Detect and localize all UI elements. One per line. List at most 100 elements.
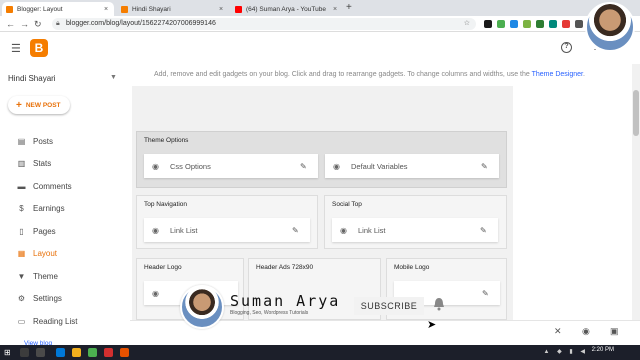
gadget-label: Link List [358, 225, 386, 235]
extensions-puzzle-icon[interactable] [575, 20, 583, 28]
new-tab-button[interactable]: + [346, 2, 352, 13]
sidebar-item-stats[interactable]: ▥ Stats [0, 154, 130, 172]
extension-icon[interactable] [562, 20, 570, 28]
search-icon[interactable] [20, 348, 29, 357]
preview-eye-icon[interactable]: ◉ [582, 326, 590, 337]
sidebar-item-label: Settings [33, 293, 62, 303]
eye-icon[interactable]: ◉ [152, 289, 162, 298]
subscribe-button[interactable]: SUBSCRIBE [354, 297, 424, 315]
reading-list-icon: ▭ [17, 316, 26, 326]
extension-icon[interactable] [549, 20, 557, 28]
youtube-favicon-icon [235, 5, 242, 13]
sidebar-item-label: Reading List [33, 316, 78, 326]
youtube-subscribe-overlay: Suman Arya Blogging, Seo, Wordpress Tuto… [180, 285, 460, 329]
section-title: Mobile Logo [394, 264, 430, 271]
layout-icon: ▦ [17, 248, 26, 258]
extension-icon[interactable] [484, 20, 492, 28]
blogger-favicon-icon [6, 5, 13, 13]
sidebar-item-label: Theme [33, 271, 58, 281]
chrome-icon[interactable] [88, 348, 97, 357]
back-icon[interactable]: ← [6, 19, 15, 29]
scrollbar-thumb[interactable] [633, 90, 639, 136]
new-post-button[interactable]: + NEW POST [8, 96, 70, 114]
close-icon[interactable]: ✕ [554, 326, 562, 337]
hamburger-menu-icon[interactable]: ☰ [11, 42, 21, 55]
section-social-top: Social Top ◉ Link List ✎ [324, 195, 507, 249]
sidebar-item-layout[interactable]: ▦ Layout [0, 244, 130, 262]
tab-blogger-layout[interactable]: Blogger: Layout × [2, 2, 114, 16]
url-bar[interactable]: 🔒︎ blogger.com/blog/layout/1562274207006… [52, 18, 476, 30]
sidebar-item-label: Layout [33, 248, 58, 258]
gadget-label: Default Variables [351, 161, 408, 171]
gadget-default-variables[interactable]: ◉ Default Variables ✎ [325, 154, 499, 178]
windows-start-icon[interactable]: ⊞ [4, 348, 11, 357]
pencil-icon[interactable]: ✎ [292, 226, 302, 235]
app-icon[interactable] [104, 348, 113, 357]
close-tab-icon[interactable]: × [102, 6, 110, 13]
sidebar: Hindi Shayari ▼ + NEW POST ▤ Posts ▥ Sta… [0, 64, 130, 360]
tab-youtube[interactable]: (64) Suman Arya - YouTube × [231, 2, 343, 16]
extension-icon[interactable] [497, 20, 505, 28]
pencil-icon[interactable]: ✎ [481, 162, 491, 171]
eye-icon[interactable]: ◉ [152, 162, 162, 171]
bell-icon[interactable] [433, 297, 445, 311]
gadget-link-list[interactable]: ◉ Link List ✎ [332, 218, 498, 242]
extension-icon[interactable] [536, 20, 544, 28]
reload-icon[interactable]: ↻ [34, 19, 42, 30]
taskbar-clock[interactable]: 2:20 PM [592, 347, 614, 353]
sidebar-item-posts[interactable]: ▤ Posts [0, 132, 130, 150]
tab-title: Hindi Shayari [132, 5, 171, 13]
help-icon[interactable]: ? [561, 42, 572, 53]
theme-designer-link[interactable]: Theme Designer [532, 71, 583, 78]
sidebar-item-comments[interactable]: ▬ Comments [0, 177, 130, 195]
layout-main: Add, remove and edit gadgets on your blo… [130, 64, 640, 320]
close-tab-icon[interactable]: × [217, 6, 225, 13]
blogger-logo-icon[interactable]: B [30, 39, 48, 57]
task-view-icon[interactable] [36, 348, 45, 357]
mouse-cursor-icon: ➤ [427, 319, 437, 331]
sidebar-item-label: Stats [33, 158, 52, 168]
posts-icon: ▤ [17, 136, 26, 146]
chevron-down-icon[interactable]: ▼ [110, 74, 117, 81]
sidebar-item-earnings[interactable]: $ Earnings [0, 199, 130, 217]
sidebar-item-theme[interactable]: ▼ Theme [0, 267, 130, 285]
gadget-link-list[interactable]: ◉ Link List ✎ [144, 218, 310, 242]
pencil-icon[interactable]: ✎ [482, 289, 492, 298]
pages-icon: ▯ [19, 226, 24, 236]
comments-icon: ▬ [17, 181, 26, 191]
close-tab-icon[interactable]: × [331, 6, 339, 13]
edge-icon[interactable] [56, 348, 65, 357]
section-title: Top Navigation [144, 201, 187, 208]
app-icon[interactable] [120, 348, 129, 357]
channel-name: Suman Arya [230, 292, 341, 310]
extension-icon[interactable] [510, 20, 518, 28]
section-title: Header Logo [144, 264, 182, 271]
browser-tab-bar: Blogger: Layout × Hindi Shayari × (64) S… [0, 0, 640, 16]
url-text: blogger.com/blog/layout/1562274207006999… [66, 20, 216, 27]
section-title: Header Ads 728x90 [256, 264, 314, 271]
pencil-icon[interactable]: ✎ [480, 226, 490, 235]
presenter-webcam-avatar [585, 2, 635, 52]
sidebar-item-settings[interactable]: ⚙ Settings [0, 289, 130, 307]
address-bar-row: ← → ↻ 🔒︎ blogger.com/blog/layout/1562274… [0, 16, 640, 32]
pencil-icon[interactable]: ✎ [300, 162, 310, 171]
tab-hindi-shayari[interactable]: Hindi Shayari × [117, 2, 229, 16]
sidebar-item-label: Pages [33, 226, 56, 236]
eye-icon[interactable]: ◉ [340, 226, 350, 235]
sidebar-item-pages[interactable]: ▯ Pages [0, 222, 130, 240]
extension-icon[interactable] [523, 20, 531, 28]
blog-selector-name[interactable]: Hindi Shayari [8, 74, 56, 83]
bookmark-star-icon[interactable]: ☆ [464, 18, 470, 30]
sidebar-item-label: Posts [33, 136, 54, 146]
tab-title: (64) Suman Arya - YouTube [246, 5, 326, 13]
stats-icon: ▥ [17, 158, 26, 168]
save-icon[interactable]: ▣ [610, 326, 619, 337]
gadget-css-options[interactable]: ◉ Css Options ✎ [144, 154, 318, 178]
sidebar-item-reading-list[interactable]: ▭ Reading List [0, 312, 130, 330]
forward-icon[interactable]: → [20, 19, 29, 29]
file-explorer-icon[interactable] [72, 348, 81, 357]
section-top-navigation: Top Navigation ◉ Link List ✎ [136, 195, 318, 249]
eye-icon[interactable]: ◉ [152, 226, 162, 235]
system-tray[interactable]: ▲ ◆ ▮ ◀ [544, 348, 588, 355]
eye-icon[interactable]: ◉ [333, 162, 343, 171]
